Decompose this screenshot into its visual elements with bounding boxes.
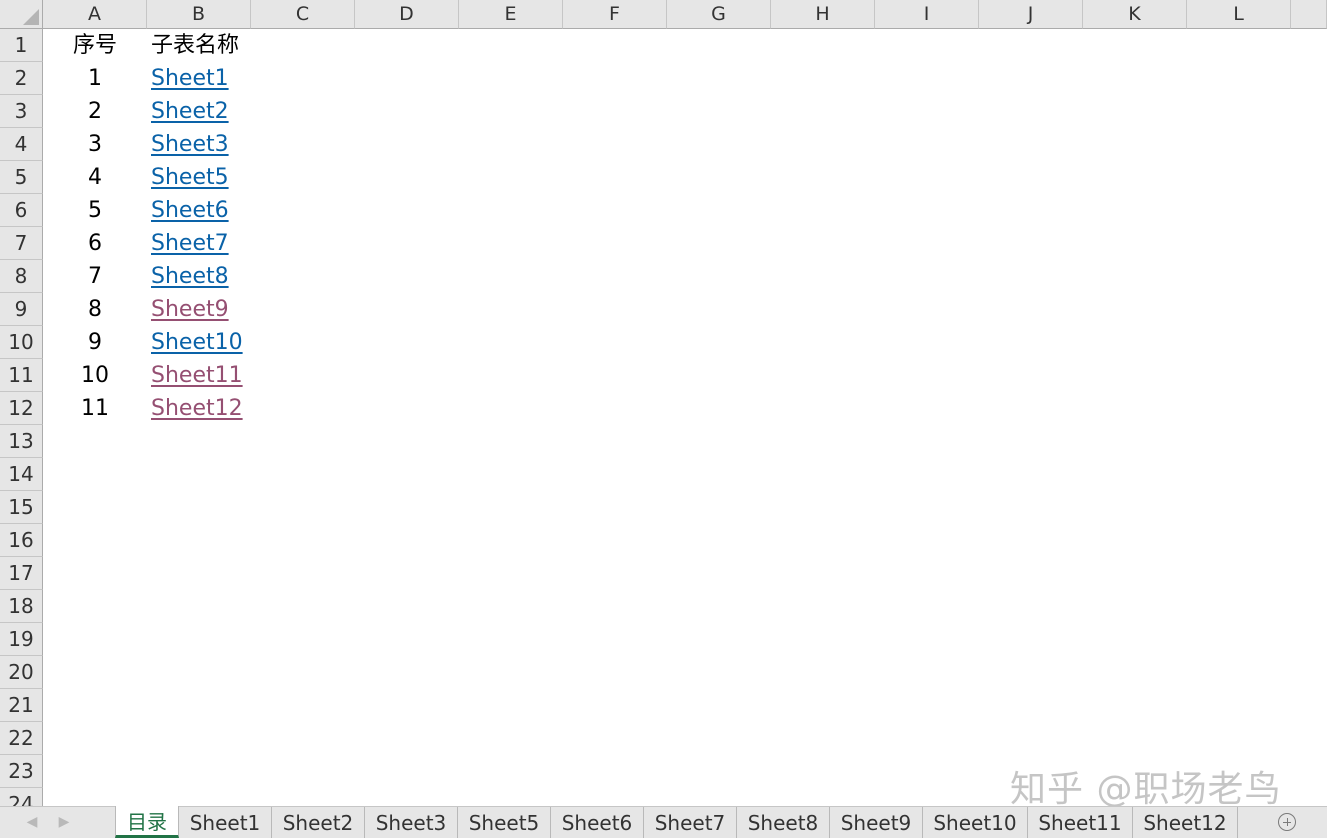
row-header-6[interactable]: 6 bbox=[0, 194, 43, 227]
column-header-f[interactable]: F bbox=[563, 0, 667, 29]
row-header-18[interactable]: 18 bbox=[0, 590, 43, 623]
hyperlink-sheet3[interactable]: Sheet3 bbox=[151, 132, 229, 157]
row-header-15[interactable]: 15 bbox=[0, 491, 43, 524]
sheet-tab-bar: ◀ ▶ 目录 Sheet1 Sheet2 Sheet3 Sheet5 Sheet6 Shee… bbox=[0, 806, 1327, 838]
cell-link: Sheet7 bbox=[147, 227, 255, 260]
row-header-20[interactable]: 20 bbox=[0, 656, 43, 689]
sheet-tab-index[interactable]: 目录 bbox=[115, 806, 179, 838]
sheet-tab-sheet5[interactable]: Sheet5 bbox=[458, 807, 551, 838]
sheet-tab-sheet11[interactable]: Sheet11 bbox=[1028, 807, 1133, 838]
chevron-right-icon[interactable]: ▶ bbox=[56, 814, 72, 830]
cell-link: Sheet12 bbox=[147, 392, 255, 425]
column-header-c[interactable]: C bbox=[251, 0, 355, 29]
row-header-19[interactable]: 19 bbox=[0, 623, 43, 656]
row-header-17[interactable]: 17 bbox=[0, 557, 43, 590]
cell-index: 11 bbox=[81, 396, 109, 421]
watermark: 知乎 @职场老鸟 bbox=[1010, 769, 1282, 810]
hyperlink-sheet11[interactable]: Sheet11 bbox=[151, 363, 243, 388]
row-header-16[interactable]: 16 bbox=[0, 524, 43, 557]
row-header-22[interactable]: 22 bbox=[0, 722, 43, 755]
column-header-e[interactable]: E bbox=[459, 0, 563, 29]
hyperlink-sheet5[interactable]: Sheet5 bbox=[151, 165, 229, 190]
sheet-tab-sheet7[interactable]: Sheet7 bbox=[644, 807, 737, 838]
row-header-13[interactable]: 13 bbox=[0, 425, 43, 458]
select-all-corner[interactable] bbox=[0, 0, 43, 29]
chevron-left-icon[interactable]: ◀ bbox=[24, 814, 40, 830]
cell-link: Sheet2 bbox=[147, 95, 255, 128]
row-header-7[interactable]: 7 bbox=[0, 227, 43, 260]
sheet-tab-sheet6[interactable]: Sheet6 bbox=[551, 807, 644, 838]
row-header-4[interactable]: 4 bbox=[0, 128, 43, 161]
row-header-8[interactable]: 8 bbox=[0, 260, 43, 293]
column-header-l[interactable]: L bbox=[1187, 0, 1291, 29]
row-header-21[interactable]: 21 bbox=[0, 689, 43, 722]
cell-link: Sheet10 bbox=[147, 326, 255, 359]
row-header-10[interactable]: 10 bbox=[0, 326, 43, 359]
cell-link: Sheet8 bbox=[147, 260, 255, 293]
row-header-14[interactable]: 14 bbox=[0, 458, 43, 491]
hyperlink-sheet8[interactable]: Sheet8 bbox=[151, 264, 229, 289]
hyperlink-sheet12[interactable]: Sheet12 bbox=[151, 396, 243, 421]
row-header-1[interactable]: 1 bbox=[0, 29, 43, 62]
cell-link: Sheet11 bbox=[147, 359, 255, 392]
cell-index: 8 bbox=[88, 297, 102, 322]
cell-index: 7 bbox=[88, 264, 102, 289]
cell-index: 3 bbox=[88, 132, 102, 157]
sheet-tab-sheet8[interactable]: Sheet8 bbox=[737, 807, 830, 838]
cell-index: 1 bbox=[88, 66, 102, 91]
column-header-filler bbox=[1291, 0, 1327, 29]
hyperlink-sheet2[interactable]: Sheet2 bbox=[151, 99, 229, 124]
hyperlink-sheet1[interactable]: Sheet1 bbox=[151, 66, 229, 91]
plus-circle-icon[interactable] bbox=[1278, 813, 1296, 831]
cell-index: 5 bbox=[88, 198, 102, 223]
column-header-k[interactable]: K bbox=[1083, 0, 1187, 29]
spreadsheet: ABCDEFGHIJKL 1 2 3 4 5 6 7 8 9 10 11 12 13 14 15 16 17 18… bbox=[0, 0, 1327, 838]
row-header-2[interactable]: 2 bbox=[0, 62, 43, 95]
cell-index: 6 bbox=[88, 231, 102, 256]
cell-index: 9 bbox=[88, 330, 102, 355]
row-header-9[interactable]: 9 bbox=[0, 293, 43, 326]
row-header-23[interactable]: 23 bbox=[0, 755, 43, 788]
row-header-12[interactable]: 12 bbox=[0, 392, 43, 425]
cell-b1-header-name: 子表名称 bbox=[151, 33, 240, 58]
hyperlink-sheet6[interactable]: Sheet6 bbox=[151, 198, 229, 223]
sheet-tab-sheet1[interactable]: Sheet1 bbox=[179, 807, 272, 838]
column-header-g[interactable]: G bbox=[667, 0, 771, 29]
column-header-j[interactable]: J bbox=[979, 0, 1083, 29]
sheet-tab-sheet10[interactable]: Sheet10 bbox=[923, 807, 1028, 838]
sheet-tab-sheet3[interactable]: Sheet3 bbox=[365, 807, 458, 838]
cell-a1-header-index: 序号 bbox=[72, 33, 117, 58]
row-header-5[interactable]: 5 bbox=[0, 161, 43, 194]
cell-link: Sheet9 bbox=[147, 293, 255, 326]
row-header-3[interactable]: 3 bbox=[0, 95, 43, 128]
sheet-tab-sheet12[interactable]: Sheet12 bbox=[1133, 807, 1238, 838]
column-header-b[interactable]: B bbox=[147, 0, 251, 29]
row-header-11[interactable]: 11 bbox=[0, 359, 43, 392]
column-header-d[interactable]: D bbox=[355, 0, 459, 29]
column-header-a[interactable]: A bbox=[43, 0, 147, 29]
cell-link: Sheet3 bbox=[147, 128, 255, 161]
sheet-tab-sheet9[interactable]: Sheet9 bbox=[830, 807, 923, 838]
column-header-i[interactable]: I bbox=[875, 0, 979, 29]
cell-link: Sheet5 bbox=[147, 161, 255, 194]
cell-link: Sheet1 bbox=[147, 62, 255, 95]
cell-link: Sheet6 bbox=[147, 194, 255, 227]
cell-index: 2 bbox=[88, 99, 102, 124]
cell-index: 10 bbox=[81, 363, 109, 388]
hyperlink-sheet7[interactable]: Sheet7 bbox=[151, 231, 229, 256]
column-header-h[interactable]: H bbox=[771, 0, 875, 29]
hyperlink-sheet10[interactable]: Sheet10 bbox=[151, 330, 243, 355]
cell-index: 4 bbox=[88, 165, 102, 190]
hyperlink-sheet9[interactable]: Sheet9 bbox=[151, 297, 229, 322]
sheet-tab-sheet2[interactable]: Sheet2 bbox=[272, 807, 365, 838]
